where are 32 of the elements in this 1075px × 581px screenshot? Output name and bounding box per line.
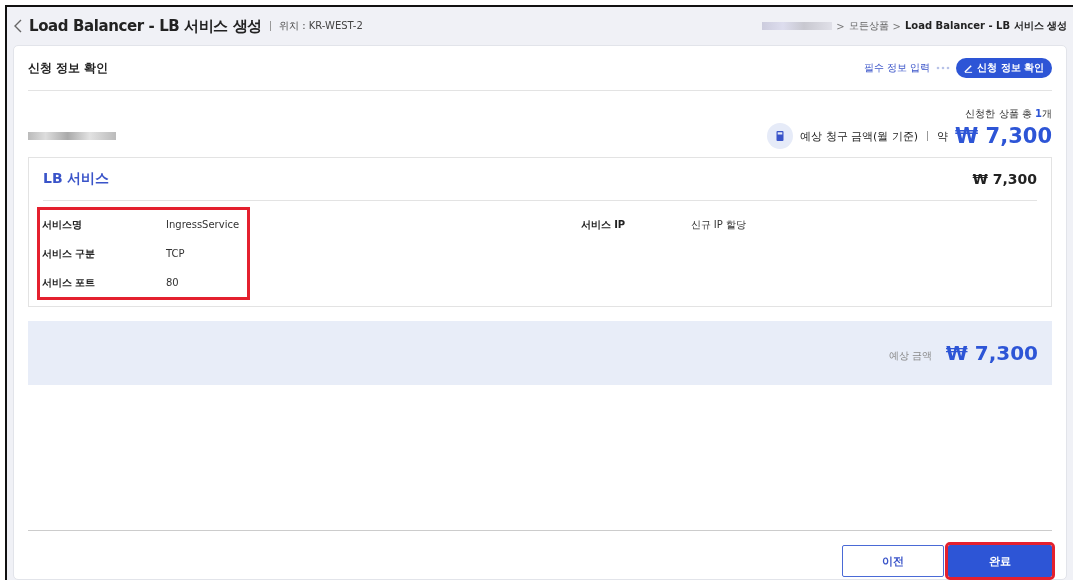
breadcrumb-current: Load Balancer - LB 서비스 생성 bbox=[905, 19, 1067, 33]
step-tab[interactable]: 신청 정보 확인 bbox=[956, 58, 1052, 78]
service-amount: ₩ 7,300 bbox=[972, 171, 1037, 187]
back-icon[interactable] bbox=[13, 19, 23, 33]
breadcrumb-separator: > bbox=[892, 20, 901, 32]
step-tab[interactable]: 필수 정보 입력 bbox=[863, 61, 931, 75]
location-label: 위치 : KR-WEST-2 bbox=[279, 19, 363, 33]
field-label: 서비스 IP bbox=[580, 217, 627, 232]
estimate-amount: ₩ 7,300 bbox=[955, 124, 1052, 148]
breadcrumb-separator: > bbox=[836, 20, 845, 32]
approx-label: 약 bbox=[937, 128, 949, 144]
field-value: TCP bbox=[166, 248, 186, 259]
summary-amount: ₩ 7,300 bbox=[945, 341, 1038, 365]
redacted-text-mark bbox=[762, 22, 833, 30]
field-value: 80 bbox=[166, 277, 180, 288]
field-value: 신규 IP 할당 bbox=[690, 217, 746, 232]
estimate-label: 예상 청구 금액(월 기준) bbox=[800, 128, 919, 144]
calculator-icon bbox=[767, 123, 793, 149]
pencil-icon bbox=[964, 63, 974, 73]
previous-button[interactable]: 이전 bbox=[842, 545, 944, 577]
complete-button[interactable]: 완료 bbox=[948, 545, 1052, 577]
page-title: Load Balancer - LB 서비스 생성 bbox=[29, 16, 262, 36]
field-label: 서비스 포트 bbox=[42, 275, 97, 290]
dots-icon bbox=[936, 66, 951, 70]
service-title: LB 서비스 bbox=[43, 170, 110, 188]
field-label: 서비스명 bbox=[42, 217, 83, 232]
breadcrumb-link[interactable]: 모든상품 bbox=[848, 19, 889, 33]
section-title: 신청 정보 확인 bbox=[28, 59, 109, 77]
field-value: IngressService bbox=[166, 219, 240, 230]
product-count: 신청한 상품 총 1개 bbox=[964, 107, 1052, 121]
summary-label: 예상 금액 bbox=[888, 349, 932, 363]
field-label: 서비스 구분 bbox=[42, 246, 97, 261]
